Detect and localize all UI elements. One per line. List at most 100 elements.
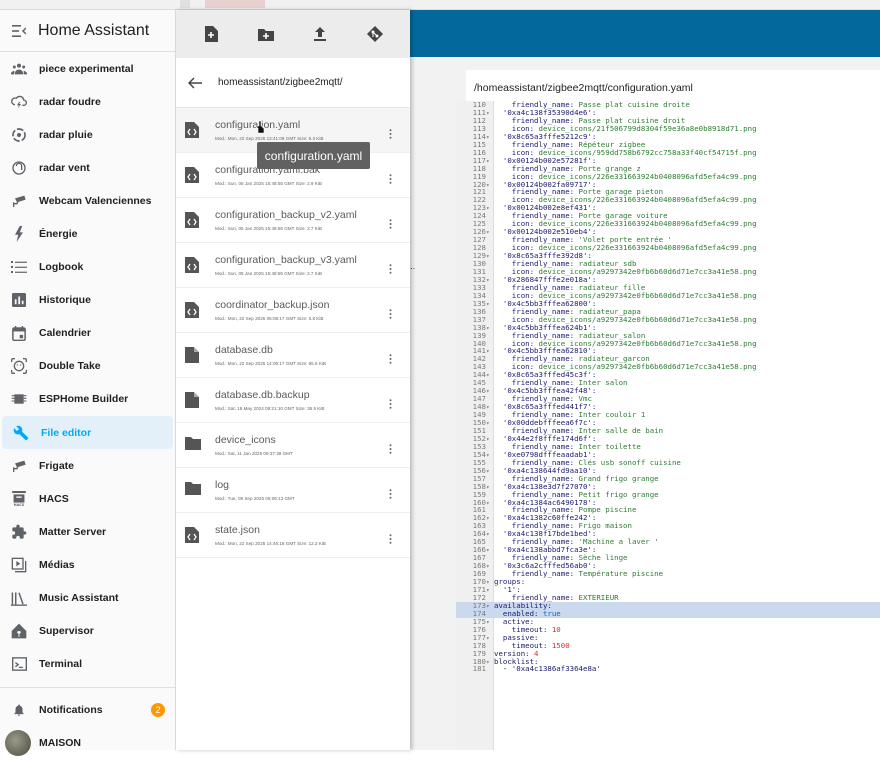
- new-file-button[interactable]: [199, 22, 223, 46]
- sidebar-item-piece-experimental[interactable]: piece experimental: [0, 52, 175, 85]
- sidebar-item-radar-foudre[interactable]: radar foudre: [0, 85, 175, 118]
- file-code-icon: [185, 257, 199, 273]
- file-row[interactable]: coordinator_backup.json Mod.: Mon, 22 Sep…: [176, 288, 410, 333]
- chart-box-icon: [11, 292, 27, 308]
- calendar-icon: [11, 325, 27, 341]
- file-code-icon: [185, 167, 199, 183]
- file-info: state.json Mod.: Mon, 22 Sep 2025 14:46:1…: [215, 524, 385, 546]
- avatar: [5, 730, 31, 757]
- sidebar-item-radar-vent[interactable]: radar vent: [0, 151, 175, 184]
- svg-text:HACS: HACS: [14, 503, 25, 506]
- sidebar-item-matter-server[interactable]: Matter Server: [0, 515, 175, 548]
- upload-button[interactable]: [308, 22, 332, 46]
- radar-icon: [11, 127, 27, 143]
- file-browser-panel: homeassistant/zigbee2mqtt/ configuration…: [176, 10, 410, 750]
- more-vert-icon[interactable]: [389, 261, 392, 274]
- sidebar-item-label: File editor: [41, 426, 92, 439]
- file-meta: Mod.: Mon, 22 Sep 2025 14:06:17 GMT Size…: [215, 361, 326, 366]
- git-button[interactable]: [363, 22, 387, 46]
- more-vert-icon[interactable]: [389, 396, 392, 409]
- sidebar-item-label: radar pluie: [39, 128, 93, 141]
- folder-icon: [185, 482, 201, 498]
- sidebar-item-file-editor[interactable]: File editor: [2, 416, 173, 450]
- sidebar-header: Home Assistant: [0, 10, 175, 52]
- more-vert-icon[interactable]: [389, 486, 392, 499]
- sidebar-item-radar-pluie[interactable]: radar pluie: [0, 118, 175, 151]
- upload-icon: [314, 27, 327, 41]
- wind-icon: [11, 160, 27, 176]
- more-vert-icon[interactable]: [389, 171, 392, 184]
- more-vert-icon[interactable]: [389, 351, 392, 364]
- more-vert-icon[interactable]: [389, 216, 392, 229]
- sidebar-item-energie[interactable]: Énergie: [0, 217, 175, 250]
- file-row[interactable]: configuration_backup_v3.yaml Mod.: Sun, 0…: [176, 243, 410, 288]
- sidebar-item-label: Logbook: [39, 261, 84, 274]
- sidebar-item-label: radar vent: [39, 161, 90, 174]
- file-meta: Mod.: Mon, 22 Sep 2025 05:08:17 GMT Size…: [215, 316, 324, 321]
- face-recognition-icon: [11, 358, 27, 375]
- file-code-icon: [185, 527, 199, 543]
- file-row[interactable]: state.json Mod.: Mon, 22 Sep 2025 14:46:1…: [176, 513, 410, 558]
- sidebar-item-music-assistant[interactable]: Music Assistant: [0, 582, 175, 615]
- browser-tab-icon: [180, 0, 190, 8]
- sidebar-item-historique[interactable]: Historique: [0, 284, 175, 317]
- chip-icon: [11, 391, 27, 407]
- sidebar-item-label: ESPHome Builder: [39, 393, 129, 406]
- file-meta: Mod.: Sat, 18 May 2024 09:21:10 GMT Size…: [215, 406, 325, 411]
- file-row[interactable]: database.db.backup Mod.: Sat, 18 May 2024…: [176, 378, 410, 423]
- file-info: configuration.yaml Mod.: Mon, 22 Sep 2025…: [215, 119, 385, 141]
- more-vert-icon[interactable]: [389, 531, 392, 544]
- file-code-icon: [185, 212, 199, 228]
- menu-open-icon[interactable]: [12, 24, 26, 37]
- file-plus-icon: [205, 26, 219, 42]
- sidebar-item-notifications[interactable]: Notifications 2: [0, 694, 175, 727]
- file-name: configuration.yaml: [215, 119, 301, 131]
- browser-tab[interactable]: [205, 0, 265, 8]
- more-vert-icon[interactable]: [389, 126, 392, 139]
- more-vert-icon[interactable]: [389, 441, 392, 454]
- sidebar-item-hacs[interactable]: HACS HACS: [0, 482, 175, 515]
- sidebar-item-esphome-builder[interactable]: ESPHome Builder: [0, 383, 175, 416]
- sidebar-item-label: piece experimental: [39, 62, 134, 75]
- sidebar-item-medias[interactable]: Médias: [0, 548, 175, 581]
- sidebar-item-logbook[interactable]: Logbook: [0, 251, 175, 284]
- sidebar-item-supervisor[interactable]: Supervisor: [0, 615, 175, 648]
- file-browser-toolbar: [176, 10, 410, 58]
- console-icon: [11, 656, 27, 672]
- sidebar-item-label: Historique: [39, 294, 91, 307]
- code-editor[interactable]: 110 friendly_name: Passe plat cuisine dr…: [456, 101, 880, 750]
- hand-cursor-icon: [256, 121, 265, 133]
- file-row[interactable]: log Mod.: Tue, 09 Sep 2025 05:06:13 GMT: [176, 468, 410, 513]
- back-arrow-icon[interactable]: [188, 76, 202, 89]
- file-info: configuration_backup_v3.yaml Mod.: Sun, 0…: [215, 254, 385, 276]
- filename-tooltip: configuration.yaml: [257, 142, 370, 169]
- sidebar-item-double-take[interactable]: Double Take: [0, 350, 175, 383]
- file-code-icon: [185, 122, 199, 138]
- sidebar-item-frigate[interactable]: Frigate: [0, 449, 175, 482]
- new-folder-button[interactable]: [254, 22, 278, 46]
- sidebar-item-calendrier[interactable]: Calendrier: [0, 317, 175, 350]
- sidebar-item-terminal[interactable]: Terminal: [0, 648, 175, 681]
- lightning-bolt-icon: [11, 226, 27, 243]
- more-vert-icon[interactable]: [389, 306, 392, 319]
- file-browser-nav: homeassistant/zigbee2mqtt/: [176, 58, 410, 108]
- file-name: device_icons: [215, 434, 276, 446]
- file-info: coordinator_backup.json Mod.: Mon, 22 Sep…: [215, 299, 385, 321]
- editor-file-path: /homeassistant/zigbee2mqtt/configuration…: [466, 70, 880, 104]
- sidebar-item-user[interactable]: MAISON: [0, 727, 175, 760]
- file-meta: Mod.: Sun, 05 Jan 2025 15:48:55 GMT Size…: [215, 226, 322, 231]
- file-meta: Mod.: Mon, 22 Sep 2025 14:46:18 GMT Size…: [215, 541, 326, 546]
- line-number: 181: [472, 664, 486, 674]
- file-row[interactable]: database.db Mod.: Mon, 22 Sep 2025 14:06:…: [176, 333, 410, 378]
- file-row[interactable]: configuration_backup_v2.yaml Mod.: Sun, 0…: [176, 198, 410, 243]
- sidebar-item-label: Frigate: [39, 459, 75, 472]
- folder-icon: [185, 437, 201, 453]
- cctv-icon: [11, 193, 27, 209]
- file-name: database.db.backup: [215, 389, 310, 401]
- account-group-icon: [11, 61, 27, 77]
- file-code-icon: [185, 302, 199, 318]
- folder-plus-icon: [257, 28, 274, 41]
- file-meta: Mod.: Tue, 09 Sep 2025 05:06:13 GMT: [215, 496, 295, 501]
- file-row[interactable]: device_icons Mod.: Sat, 11 Jan 2025 09:37…: [176, 423, 410, 468]
- sidebar-item-webcam-valenciennes[interactable]: Webcam Valenciennes: [0, 184, 175, 217]
